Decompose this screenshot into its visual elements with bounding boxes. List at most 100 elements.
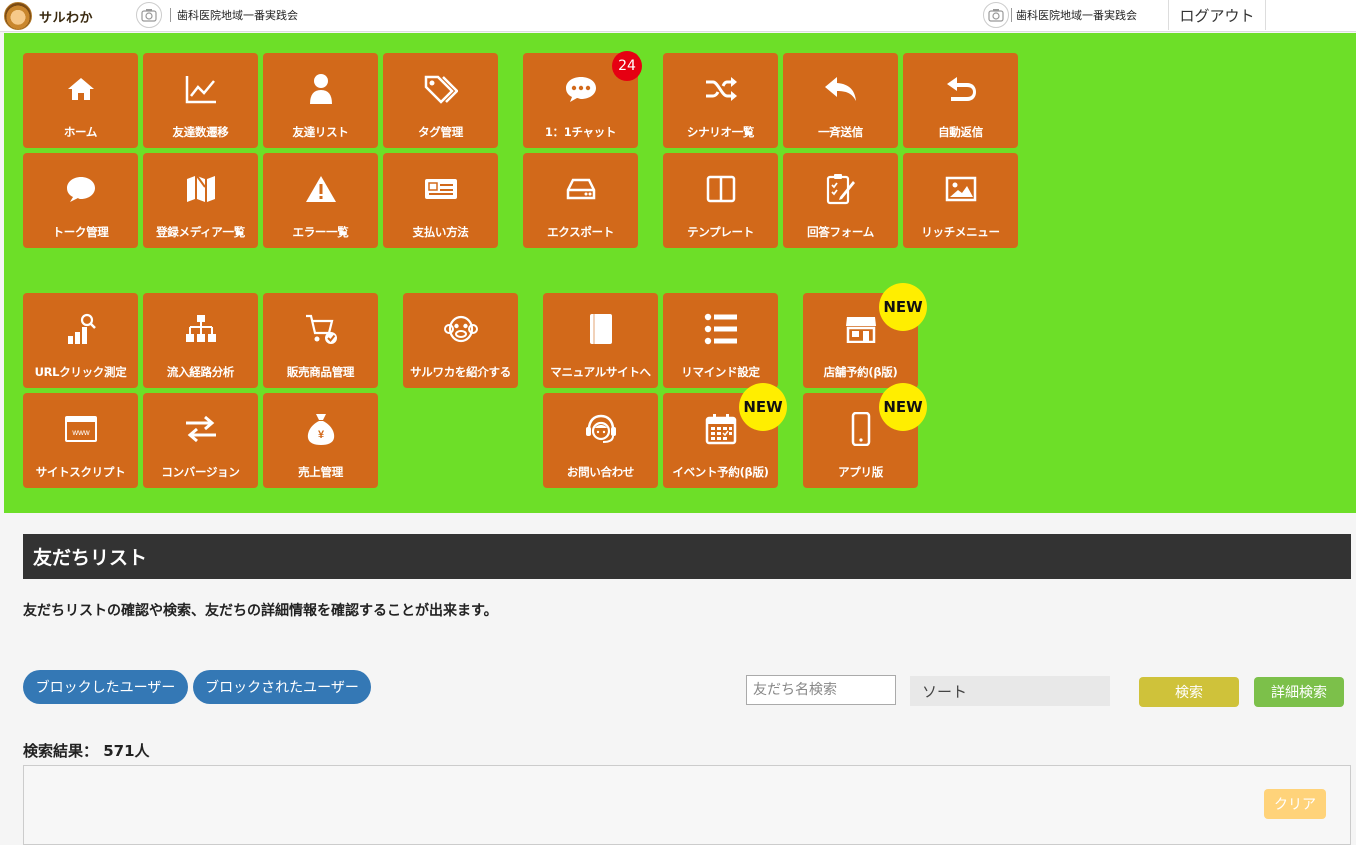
menu-tile-friend-trend[interactable]: 友達数遷移 bbox=[143, 53, 258, 148]
store-icon bbox=[845, 311, 877, 347]
headset-support-icon bbox=[584, 411, 618, 447]
speech-bubble-icon bbox=[65, 171, 97, 207]
tile-label: 登録メディア一覧 bbox=[156, 225, 245, 239]
tile-label: テンプレート bbox=[687, 225, 754, 239]
tile-label: エクスポート bbox=[547, 225, 614, 239]
clipboard-edit-icon bbox=[826, 171, 856, 207]
undo-arrow-icon bbox=[945, 71, 977, 107]
search-button[interactable]: 検索 bbox=[1139, 677, 1239, 707]
list-icon bbox=[704, 311, 738, 347]
no-image-camera-icon bbox=[136, 2, 162, 28]
search-result-count: 検索結果： 571人 bbox=[23, 742, 150, 760]
tile-label: URLクリック測定 bbox=[34, 365, 127, 379]
menu-tile-friend-list[interactable]: 友達リスト bbox=[263, 53, 378, 148]
menu-tile-rich-menu[interactable]: リッチメニュー bbox=[903, 153, 1018, 248]
menu-tile-error-list[interactable]: エラー一覧 bbox=[263, 153, 378, 248]
image-icon bbox=[945, 171, 977, 207]
shuffle-icon bbox=[704, 71, 738, 107]
calendar-icon bbox=[705, 411, 737, 447]
menu-tile-payment[interactable]: 支払い方法 bbox=[383, 153, 498, 248]
menu-tile-broadcast[interactable]: 一斉送信 bbox=[783, 53, 898, 148]
logout-button[interactable]: ログアウト bbox=[1168, 0, 1266, 30]
menu-tile-tag-manage[interactable]: タグ管理 bbox=[383, 53, 498, 148]
menu-tile-remind[interactable]: リマインド設定 bbox=[663, 293, 778, 388]
unread-count-badge: 24 bbox=[612, 51, 642, 81]
account-left[interactable]: 歯科医院地域一番実践会 bbox=[136, 2, 298, 28]
menu-tile-auto-reply[interactable]: 自動返信 bbox=[903, 53, 1018, 148]
menu-tile-talk-manage[interactable]: トーク管理 bbox=[23, 153, 138, 248]
tile-label: 支払い方法 bbox=[412, 225, 469, 239]
warning-icon bbox=[305, 171, 337, 207]
menu-tile-scenario[interactable]: シナリオ一覧 bbox=[663, 53, 778, 148]
menu-tile-media-list[interactable]: 登録メディア一覧 bbox=[143, 153, 258, 248]
tile-label: イベント予約(β版) bbox=[672, 465, 769, 479]
menu-tile-contact[interactable]: お問い合わせ bbox=[543, 393, 658, 488]
new-badge: NEW bbox=[879, 383, 927, 431]
advanced-search-button[interactable]: 詳細検索 bbox=[1254, 677, 1344, 707]
tile-label: サルワカを紹介する bbox=[410, 365, 511, 379]
new-badge: NEW bbox=[739, 383, 787, 431]
sitemap-icon bbox=[185, 311, 217, 347]
page-description: 友だちリストの確認や検索、友だちの詳細情報を確認することが出来ます。 bbox=[23, 603, 498, 619]
tile-label: トーク管理 bbox=[52, 225, 109, 239]
menu-tile-manual[interactable]: マニュアルサイトへ bbox=[543, 293, 658, 388]
menu-tile-store-reserve[interactable]: 店舗予約(β版) NEW bbox=[803, 283, 927, 388]
browser-www-icon: www bbox=[64, 411, 98, 447]
clear-button[interactable]: クリア bbox=[1264, 789, 1326, 819]
tile-label: 一斉送信 bbox=[818, 125, 863, 139]
divider bbox=[170, 8, 171, 22]
page-title: 友だちリスト bbox=[23, 534, 1351, 579]
menu-tile-inflow[interactable]: 流入経路分析 bbox=[143, 293, 258, 388]
tile-label: サイトスクリプト bbox=[35, 465, 126, 479]
menu-tile-site-script[interactable]: www サイトスクリプト bbox=[23, 393, 138, 488]
account-right[interactable]: 歯科医院地域一番実践会 bbox=[983, 2, 1137, 28]
menu-tile-export[interactable]: エクスポート bbox=[523, 153, 638, 248]
tile-label: 友達数遷移 bbox=[172, 125, 229, 139]
exchange-icon bbox=[184, 411, 218, 447]
tile-label: コンバージョン bbox=[161, 465, 240, 479]
no-image-camera-icon bbox=[983, 2, 1009, 28]
user-icon bbox=[309, 71, 333, 107]
chart-search-icon bbox=[65, 311, 97, 347]
hard-drive-icon bbox=[566, 171, 596, 207]
svg-text:¥: ¥ bbox=[317, 429, 324, 441]
tile-label: お問い合わせ bbox=[566, 465, 635, 479]
tile-label: 回答フォーム bbox=[807, 225, 874, 239]
cart-check-icon bbox=[304, 311, 338, 347]
tile-label: ホーム bbox=[63, 125, 98, 139]
monkey-face-icon bbox=[443, 311, 478, 347]
tile-label: 売上管理 bbox=[298, 465, 343, 479]
menu-tile-conversion[interactable]: コンバージョン bbox=[143, 393, 258, 488]
menu-tile-introduce[interactable]: サルワカを紹介する bbox=[403, 293, 518, 388]
blocked-users-button[interactable]: ブロックしたユーザー bbox=[23, 670, 188, 704]
menu-tile-home[interactable]: ホーム bbox=[23, 53, 138, 148]
blocked-by-users-button[interactable]: ブロックされたユーザー bbox=[193, 670, 371, 704]
line-chart-icon bbox=[185, 71, 217, 107]
svg-text:www: www bbox=[71, 428, 90, 437]
tile-label: シナリオ一覧 bbox=[686, 125, 755, 139]
columns-icon bbox=[706, 171, 736, 207]
menu-tile-template[interactable]: テンプレート bbox=[663, 153, 778, 248]
divider bbox=[1011, 8, 1012, 22]
menu-tile-sales[interactable]: ¥ 売上管理 bbox=[263, 393, 378, 488]
tags-icon bbox=[424, 71, 458, 107]
tile-label: エラー一覧 bbox=[292, 225, 349, 239]
friend-name-search-input[interactable] bbox=[746, 675, 896, 705]
new-badge: NEW bbox=[879, 283, 927, 331]
sort-select[interactable]: ソート bbox=[910, 676, 1110, 706]
sort-label: ソート bbox=[922, 682, 968, 701]
tile-label: 自動返信 bbox=[938, 125, 983, 139]
top-bar: サルわか 歯科医院地域一番実践会 歯科医院地域一番実践会 ログアウト bbox=[0, 0, 1356, 32]
menu-tile-answer-form[interactable]: 回答フォーム bbox=[783, 153, 898, 248]
account-name: 歯科医院地域一番実践会 bbox=[1016, 9, 1137, 22]
menu-tile-products[interactable]: 販売商品管理 bbox=[263, 293, 378, 388]
menu-tile-app[interactable]: アプリ版 NEW bbox=[803, 383, 927, 488]
tile-label: リッチメニュー bbox=[921, 225, 1000, 239]
menu-tile-event-reserve[interactable]: イベント予約(β版) NEW bbox=[663, 383, 787, 488]
menu-tile-chat[interactable]: 1：1チャット 24 bbox=[523, 51, 642, 148]
tile-label: 店舗予約(β版) bbox=[823, 365, 898, 379]
smartphone-icon bbox=[851, 411, 871, 447]
menu-tile-url-click[interactable]: URLクリック測定 bbox=[23, 293, 138, 388]
app-logo[interactable]: サルわか bbox=[4, 2, 93, 30]
menu-panel: ホーム 友達数遷移 友達リスト タグ管理 1：1チャット 24 シナリオ一覧 一… bbox=[4, 33, 1356, 513]
